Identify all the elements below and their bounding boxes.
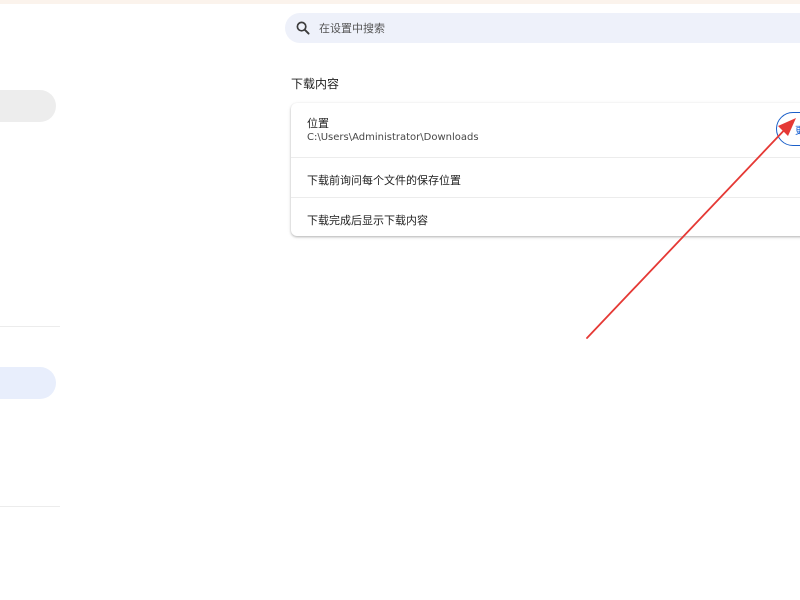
show-downloads-row[interactable]: 下载完成后显示下载内容 (291, 197, 800, 236)
settings-page: 下载内容 位置 C:\Users\Administrator\Downloads… (0, 0, 800, 600)
sidebar (0, 0, 60, 600)
ask-location-row[interactable]: 下载前询问每个文件的保存位置 (291, 157, 800, 197)
search-icon (295, 20, 311, 36)
sidebar-item-hover[interactable] (0, 90, 56, 122)
location-path: C:\Users\Administrator\Downloads (307, 132, 479, 143)
sidebar-item-active[interactable] (0, 367, 56, 399)
section-title-downloads: 下载内容 (291, 77, 340, 91)
ask-location-label: 下载前询问每个文件的保存位置 (307, 174, 461, 187)
sidebar-divider (0, 326, 60, 327)
sidebar-divider (0, 506, 60, 507)
show-downloads-label: 下载完成后显示下载内容 (307, 214, 428, 227)
search-bar[interactable] (285, 13, 800, 43)
annotation-arrow (586, 118, 796, 339)
downloads-card: 位置 C:\Users\Administrator\Downloads 更 下载… (291, 103, 800, 236)
top-strip (0, 0, 800, 4)
location-label: 位置 (307, 117, 329, 130)
change-location-button[interactable]: 更 (776, 112, 800, 146)
location-row: 位置 C:\Users\Administrator\Downloads 更 (291, 103, 800, 157)
search-input[interactable] (319, 21, 719, 35)
